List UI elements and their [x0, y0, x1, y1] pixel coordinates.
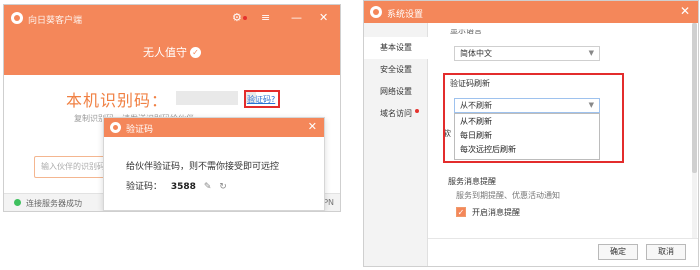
code-refresh-dropdown: 从不刷新 每日刷新 每次远控后刷新: [454, 113, 600, 160]
close-icon[interactable]: ✕: [680, 4, 690, 18]
refresh-icon[interactable]: ↻: [219, 182, 227, 192]
settings-titlebar: 系统设置 ✕: [364, 1, 698, 23]
scrollbar[interactable]: [692, 23, 697, 240]
ok-button[interactable]: 确定: [598, 244, 638, 260]
sunflower-logo-icon: [110, 122, 121, 133]
client-app-title: 向日葵客户端: [28, 16, 83, 26]
cancel-button[interactable]: 取消: [646, 244, 686, 260]
sidebar-item-domain[interactable]: 域名访问: [364, 103, 428, 125]
client-titlebar: 向日葵客户端 ⚙ ≡ — ✕: [4, 5, 340, 31]
sidebar-item-label: 域名访问: [380, 109, 412, 118]
popup-code-row: 验证码： 3588 ✎ ↻: [126, 179, 227, 192]
code-refresh-label: 验证码刷新: [450, 79, 490, 88]
notification-dot: [243, 16, 247, 20]
settings-footer: 确定 取消: [428, 238, 698, 266]
code-refresh-select[interactable]: 从不刷新 ▼: [454, 98, 600, 113]
dropdown-option-daily[interactable]: 每日刷新: [455, 130, 599, 142]
client-window: 向日葵客户端 ⚙ ≡ — ✕ 无人值守✓ 本机识别码： 验证码? 复制识别码，请…: [3, 4, 341, 212]
dropdown-option-never[interactable]: 从不刷新: [455, 116, 599, 128]
sidebar-item-security[interactable]: 安全设置: [364, 59, 428, 81]
chevron-down-icon: ▼: [588, 101, 594, 109]
verification-code-link[interactable]: 验证码?: [247, 94, 275, 105]
unattended-status: 无人值守 ✓: [4, 44, 340, 60]
message-reminder-label: 开启消息提醒: [472, 208, 520, 217]
notification-dot: [415, 109, 419, 113]
code-refresh-value: 从不刷新: [460, 101, 492, 110]
verification-code-value: 3588: [170, 182, 196, 192]
popup-close-icon[interactable]: ✕: [308, 120, 317, 133]
popup-titlebar: 验证码 ✕: [104, 118, 324, 137]
menu-icon[interactable]: ≡: [261, 11, 270, 25]
check-icon: ✓: [190, 47, 201, 58]
sidebar-item-network[interactable]: 网络设置: [364, 81, 428, 103]
sunflower-logo-icon: [11, 12, 23, 24]
service-message-label: 服务消息提醒: [448, 177, 496, 186]
machine-id-label: 本机识别码：: [66, 91, 169, 110]
settings-content: 显示语言 简体中文 ▼ 软 验证码刷新 从不刷新 ▼ 从不刷新 每日刷新 每次远…: [428, 23, 698, 266]
close-icon[interactable]: ✕: [319, 11, 328, 25]
language-select[interactable]: 简体中文 ▼: [454, 46, 600, 61]
service-message-desc: 服务到期提醒、优惠活动通知: [456, 191, 560, 200]
sunflower-logo-icon: [370, 6, 382, 18]
chevron-down-icon: ▼: [588, 49, 594, 57]
popup-title: 验证码: [126, 125, 154, 135]
settings-sidebar: 基本设置 安全设置 网络设置 域名访问: [364, 23, 428, 266]
settings-title: 系统设置: [387, 10, 424, 20]
verification-code-popup: 验证码 ✕ 给伙伴验证码，则不需你接受即可远控 验证码： 3588 ✎ ↻: [103, 117, 325, 211]
popup-message: 给伙伴验证码，则不需你接受即可远控: [126, 162, 280, 172]
online-status-icon: [14, 199, 21, 206]
sidebar-item-basic[interactable]: 基本设置: [364, 37, 428, 59]
status-text: 连接服务器成功: [26, 199, 82, 208]
message-reminder-checkbox[interactable]: ✓: [456, 207, 466, 217]
settings-icon[interactable]: ⚙: [232, 11, 242, 25]
edit-icon[interactable]: ✎: [204, 182, 212, 192]
language-select-value: 简体中文: [460, 49, 492, 58]
scroll-thumb[interactable]: [692, 23, 697, 173]
partner-id-input[interactable]: 输入伙伴的识别码: [34, 156, 114, 178]
settings-window: 系统设置 ✕ 基本设置 安全设置 网络设置 域名访问 显示语言 简体中文 ▼ 软…: [363, 0, 699, 267]
unattended-label: 无人值守: [143, 46, 187, 59]
dropdown-option-after-each[interactable]: 每次远控后刷新: [455, 144, 599, 156]
machine-id-row: 本机识别码：: [66, 87, 256, 110]
machine-id-value-masked: [176, 91, 238, 105]
code-label: 验证码：: [126, 182, 163, 192]
display-language-label: 显示语言: [450, 26, 482, 35]
minimize-icon[interactable]: —: [291, 11, 302, 25]
client-header: 无人值守 ✓: [4, 31, 340, 75]
